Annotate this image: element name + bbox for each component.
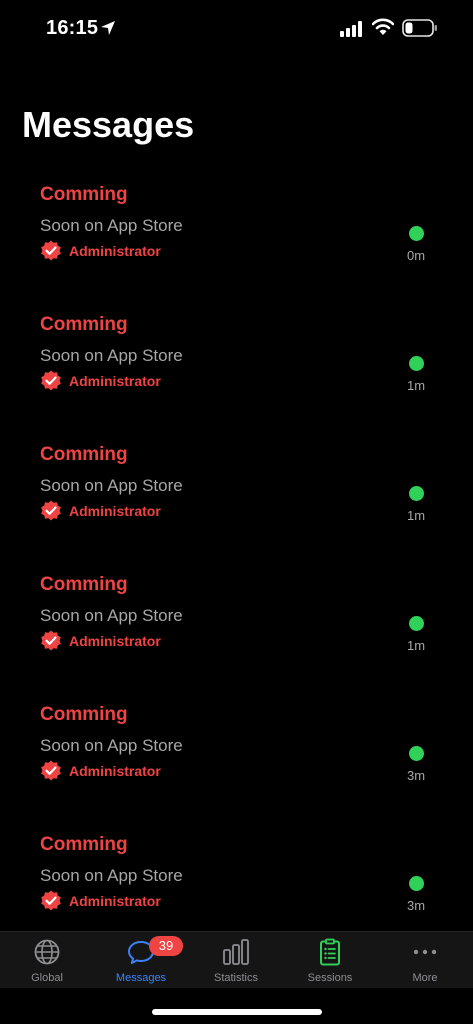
bar-chart-icon: [223, 939, 249, 965]
verified-badge-icon: [41, 630, 61, 651]
battery-icon: [402, 19, 437, 37]
message-author: Administrator: [40, 370, 161, 392]
message-title: Comming: [40, 704, 128, 725]
message-row[interactable]: Comming Soon on App Store Administrator …: [0, 830, 473, 940]
message-row[interactable]: Comming Soon on App Store Administrator …: [0, 700, 473, 810]
tab-sessions[interactable]: Sessions: [283, 932, 377, 988]
message-time: 3m: [406, 898, 426, 913]
tab-label: More: [412, 972, 438, 984]
page-title: Messages: [22, 104, 195, 145]
message-row[interactable]: Comming Soon on App Store Administrator …: [0, 440, 473, 550]
verified-badge-icon: [41, 500, 61, 521]
tab-statistics[interactable]: Statistics: [189, 932, 283, 988]
message-author: Administrator: [40, 890, 161, 912]
tab-label: Statistics: [213, 972, 258, 984]
message-title: Comming: [40, 574, 128, 595]
author-label: Administrator: [69, 243, 161, 259]
status-bar: 16:15: [0, 0, 473, 56]
message-author: Administrator: [40, 500, 161, 522]
verified-badge-icon: [41, 760, 61, 781]
message-time: 1m: [406, 378, 426, 393]
online-status-dot: [409, 876, 424, 891]
message-author: Administrator: [40, 240, 161, 262]
verified-badge-icon: [41, 240, 61, 261]
tab-label: Messages: [115, 972, 167, 984]
tab-bar: Global 39 Messages Statistics Sessions M…: [0, 931, 473, 988]
author-label: Administrator: [69, 633, 161, 649]
message-row[interactable]: Comming Soon on App Store Administrator …: [0, 570, 473, 680]
message-body: Soon on App Store: [40, 866, 183, 885]
author-label: Administrator: [69, 893, 161, 909]
verified-badge-icon: [41, 370, 61, 391]
online-status-dot: [409, 486, 424, 501]
home-indicator[interactable]: [152, 1009, 322, 1015]
tab-label: Sessions: [307, 972, 353, 984]
wifi-icon: [372, 18, 394, 35]
online-status-dot: [409, 226, 424, 241]
message-title: Comming: [40, 834, 128, 855]
globe-icon: [34, 939, 60, 965]
message-body: Soon on App Store: [40, 346, 183, 365]
message-body: Soon on App Store: [40, 606, 183, 625]
message-body: Soon on App Store: [40, 476, 183, 495]
author-label: Administrator: [69, 373, 161, 389]
message-author: Administrator: [40, 760, 161, 782]
tab-more[interactable]: More: [378, 932, 472, 988]
online-status-dot: [409, 616, 424, 631]
location-arrow-icon: [101, 21, 115, 35]
online-status-dot: [409, 356, 424, 371]
message-author: Administrator: [40, 630, 161, 652]
message-body: Soon on App Store: [40, 736, 183, 755]
tab-global[interactable]: Global: [0, 932, 94, 988]
tab-messages[interactable]: 39 Messages: [94, 932, 188, 988]
message-title: Comming: [40, 444, 128, 465]
message-title: Comming: [40, 184, 128, 205]
verified-badge-icon: [41, 890, 61, 911]
message-title: Comming: [40, 314, 128, 335]
message-row[interactable]: Comming Soon on App Store Administrator …: [0, 180, 473, 290]
author-label: Administrator: [69, 763, 161, 779]
clipboard-list-icon: [320, 938, 340, 966]
message-time: 1m: [406, 638, 426, 653]
unread-badge: 39: [149, 936, 183, 956]
message-time: 3m: [406, 768, 426, 783]
message-row[interactable]: Comming Soon on App Store Administrator …: [0, 310, 473, 420]
cellular-signal-icon: [340, 21, 362, 37]
ellipsis-icon: [413, 949, 437, 955]
message-time: 0m: [406, 248, 426, 263]
online-status-dot: [409, 746, 424, 761]
tab-label: Global: [31, 972, 63, 984]
message-body: Soon on App Store: [40, 216, 183, 235]
author-label: Administrator: [69, 503, 161, 519]
status-time: 16:15: [46, 17, 99, 39]
message-time: 1m: [406, 508, 426, 523]
